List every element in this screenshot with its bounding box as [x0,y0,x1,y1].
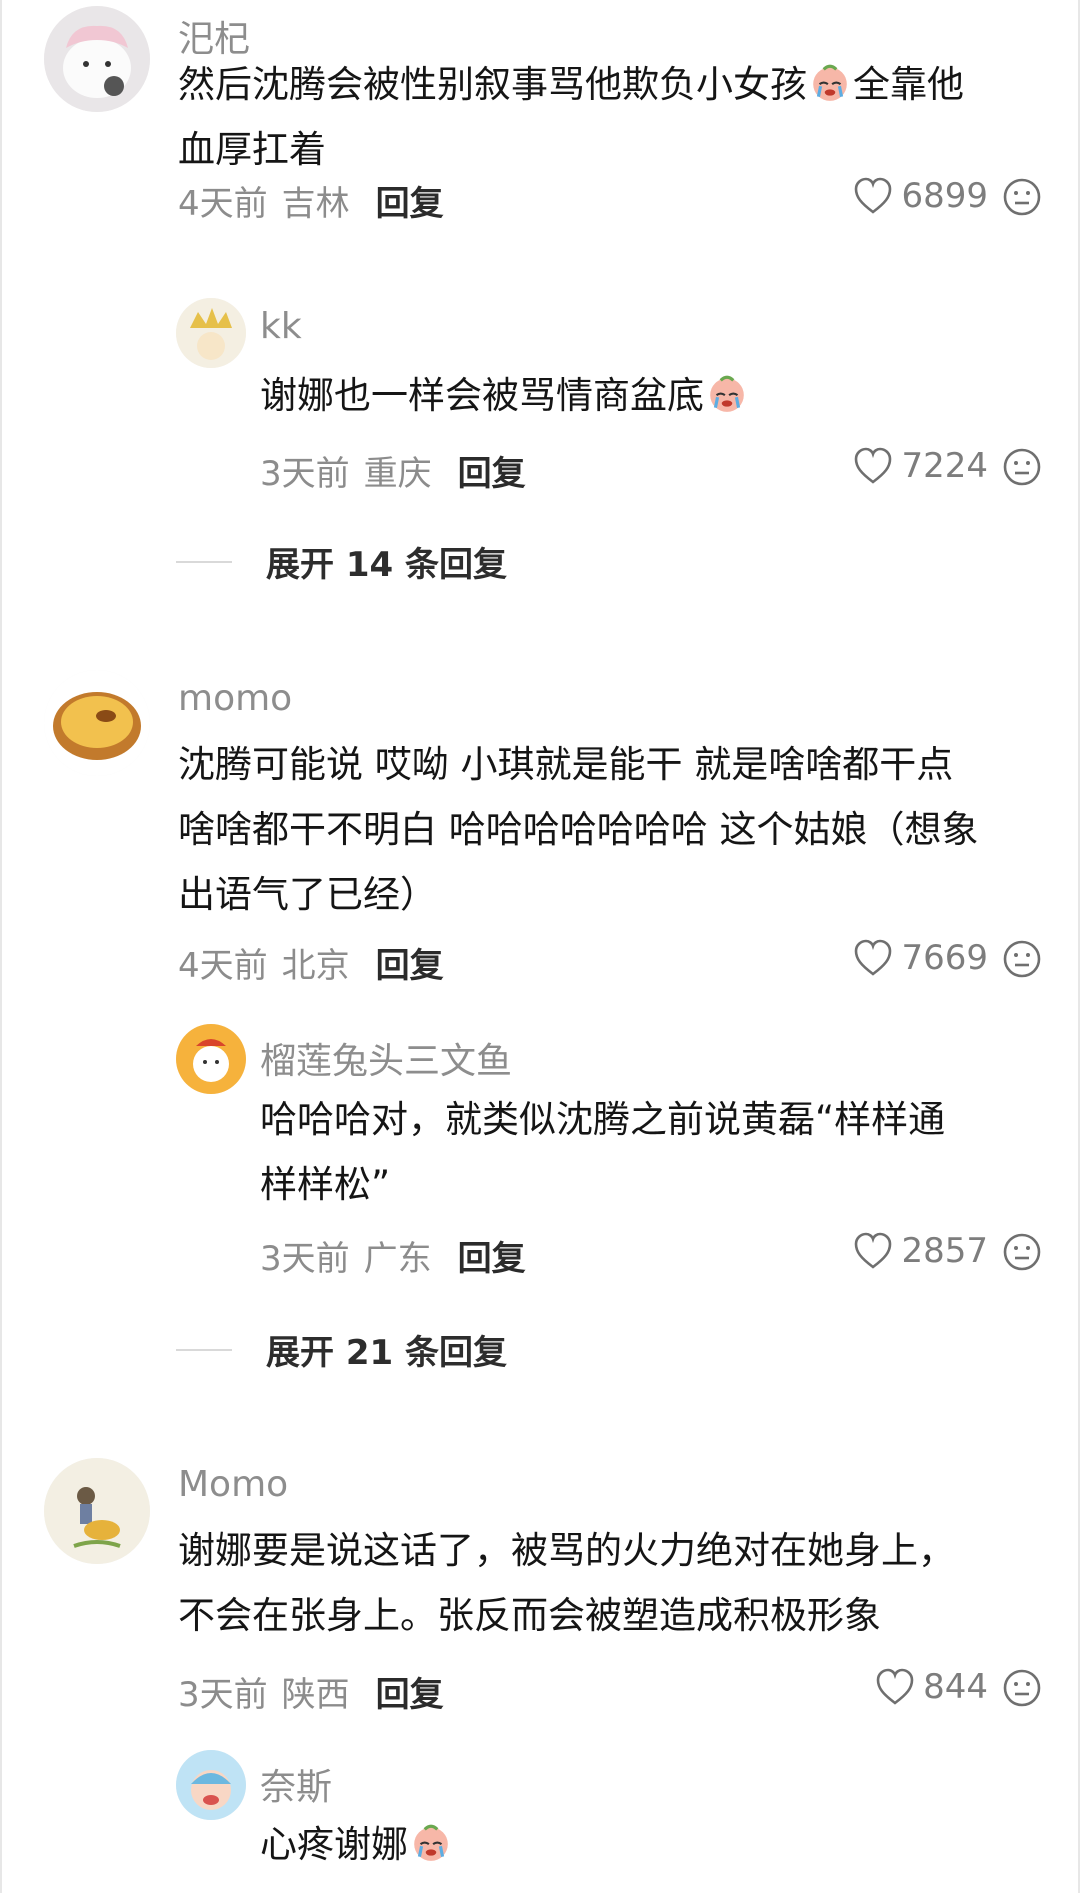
reply-text: 心疼谢娜 [260,1812,1050,1877]
reply-location: 重庆 [363,454,432,494]
avatar[interactable] [44,1458,150,1564]
meh-face-icon[interactable] [1002,1232,1042,1272]
meh-face-icon[interactable] [1002,939,1042,979]
heart-outline-icon [855,177,892,214]
comment-text: 沈腾可能说 哎呦 小琪就是能干 就是啥啥都干点 啥啥都干不明白 哈哈哈哈哈哈哈 … [178,732,1048,927]
like-count: 844 [923,1667,988,1707]
like-count: 7224 [901,446,988,486]
crying-face-emoji-icon [710,375,744,412]
crying-face-emoji-icon [414,1824,448,1861]
comment-line: 啥啥都干不明白 哈哈哈哈哈哈哈 这个姑娘（想象 [178,808,979,851]
reply-username[interactable]: kk [260,306,302,347]
comment-location: 陕西 [281,1675,350,1715]
comment-username[interactable]: Momo [178,1464,288,1505]
expand-replies-button[interactable]: 展开 21 条回复 [176,1325,507,1374]
divider-line [176,560,232,563]
cartoon-character-avatar-icon [176,1024,246,1094]
reply-location: 广东 [363,1239,432,1279]
reply-line: 哈哈哈对，就类似沈腾之前说黄磊“样样通 [260,1098,946,1141]
avatar[interactable] [176,298,246,368]
comment-line: 谢娜要是说这话了，被骂的火力绝对在她身上， [178,1529,955,1572]
comment-line: 沈腾可能说 哎呦 小琪就是能干 就是啥啥都干点 [178,743,954,786]
reply-button[interactable]: 回复 [458,446,526,495]
crown-avatar-icon [176,298,246,368]
comment-time: 3天前 [178,1675,268,1715]
illustrated-person-avatar-icon [44,1458,150,1564]
egg-tart-avatar-icon [44,670,150,776]
avatar[interactable] [176,1024,246,1094]
heart-outline-icon [855,939,892,976]
comment-text: 然后沈腾会被性别叙事骂他欺负小女孩 全靠他 血厚扛着 [178,52,1048,182]
heart-outline-icon [855,1232,892,1269]
reply-button[interactable]: 回复 [376,1667,444,1716]
reply-text: 哈哈哈对，就类似沈腾之前说黄磊“样样通 样样松” [260,1087,1050,1217]
like-button[interactable]: 2857 [853,1231,988,1271]
reply-username[interactable]: 榴莲兔头三文鱼 [260,1032,512,1084]
crying-face-emoji-icon [813,64,847,101]
comment-line: 然后沈腾会被性别叙事骂他欺负小女孩 全靠他 [178,63,964,106]
reply-line: 心疼谢娜 [260,1812,1050,1877]
like-button[interactable]: 844 [875,1667,988,1707]
cat-plush-avatar-icon [44,6,150,112]
comment-location: 北京 [281,946,350,986]
avatar[interactable] [176,1750,246,1820]
like-button[interactable]: 7224 [853,446,988,486]
reply-meta: 3天前 广东 回复 [260,1231,526,1280]
comment-line: 出语气了已经） [178,873,437,916]
heart-outline-icon [855,447,892,484]
reply-username[interactable]: 奈斯 [260,1758,332,1810]
meh-face-icon[interactable] [1002,1668,1042,1708]
comment-time: 4天前 [178,946,268,986]
expand-label: 展开 14 条回复 [266,545,507,585]
like-button[interactable]: 6899 [853,176,988,216]
reply-line: 谢娜也一样会被骂情商盆底 [260,363,1050,428]
comment-text: 谢娜要是说这话了，被骂的火力绝对在她身上， 不会在张身上。张反而会被塑造成积极形… [178,1518,1048,1648]
expand-label: 展开 21 条回复 [266,1333,507,1373]
reply-meta: 3天前 重庆 回复 [260,446,526,495]
reply-button[interactable]: 回复 [376,176,444,225]
comment-line: 血厚扛着 [178,128,326,171]
page-edge-left [0,0,2,1893]
reply-button[interactable]: 回复 [376,938,444,987]
comment-time: 4天前 [178,184,268,224]
comment-line: 不会在张身上。张反而会被塑造成积极形象 [178,1594,881,1637]
meh-face-icon[interactable] [1002,177,1042,217]
comment-meta: 3天前 陕西 回复 [178,1667,444,1716]
meh-face-icon[interactable] [1002,447,1042,487]
avatar[interactable] [44,6,150,112]
expand-replies-button[interactable]: 展开 14 条回复 [176,537,507,586]
comment-meta: 4天前 北京 回复 [178,938,444,987]
reply-button[interactable]: 回复 [458,1231,526,1280]
reply-line: 样样松” [260,1163,391,1206]
divider-line [176,1348,232,1351]
reply-time: 3天前 [260,1239,350,1279]
comment-meta: 4天前 吉林 回复 [178,176,444,225]
avatar[interactable] [44,670,150,776]
reply-time: 3天前 [260,454,350,494]
comment-location: 吉林 [281,184,350,224]
like-count: 6899 [901,176,988,216]
like-button[interactable]: 7669 [853,938,988,978]
cartoon-kid-avatar-icon [176,1750,246,1820]
like-count: 7669 [901,938,988,978]
like-count: 2857 [901,1231,988,1271]
heart-outline-icon [876,1668,914,1705]
reply-text: 谢娜也一样会被骂情商盆底 [260,363,1050,428]
comment-username[interactable]: momo [178,678,292,719]
